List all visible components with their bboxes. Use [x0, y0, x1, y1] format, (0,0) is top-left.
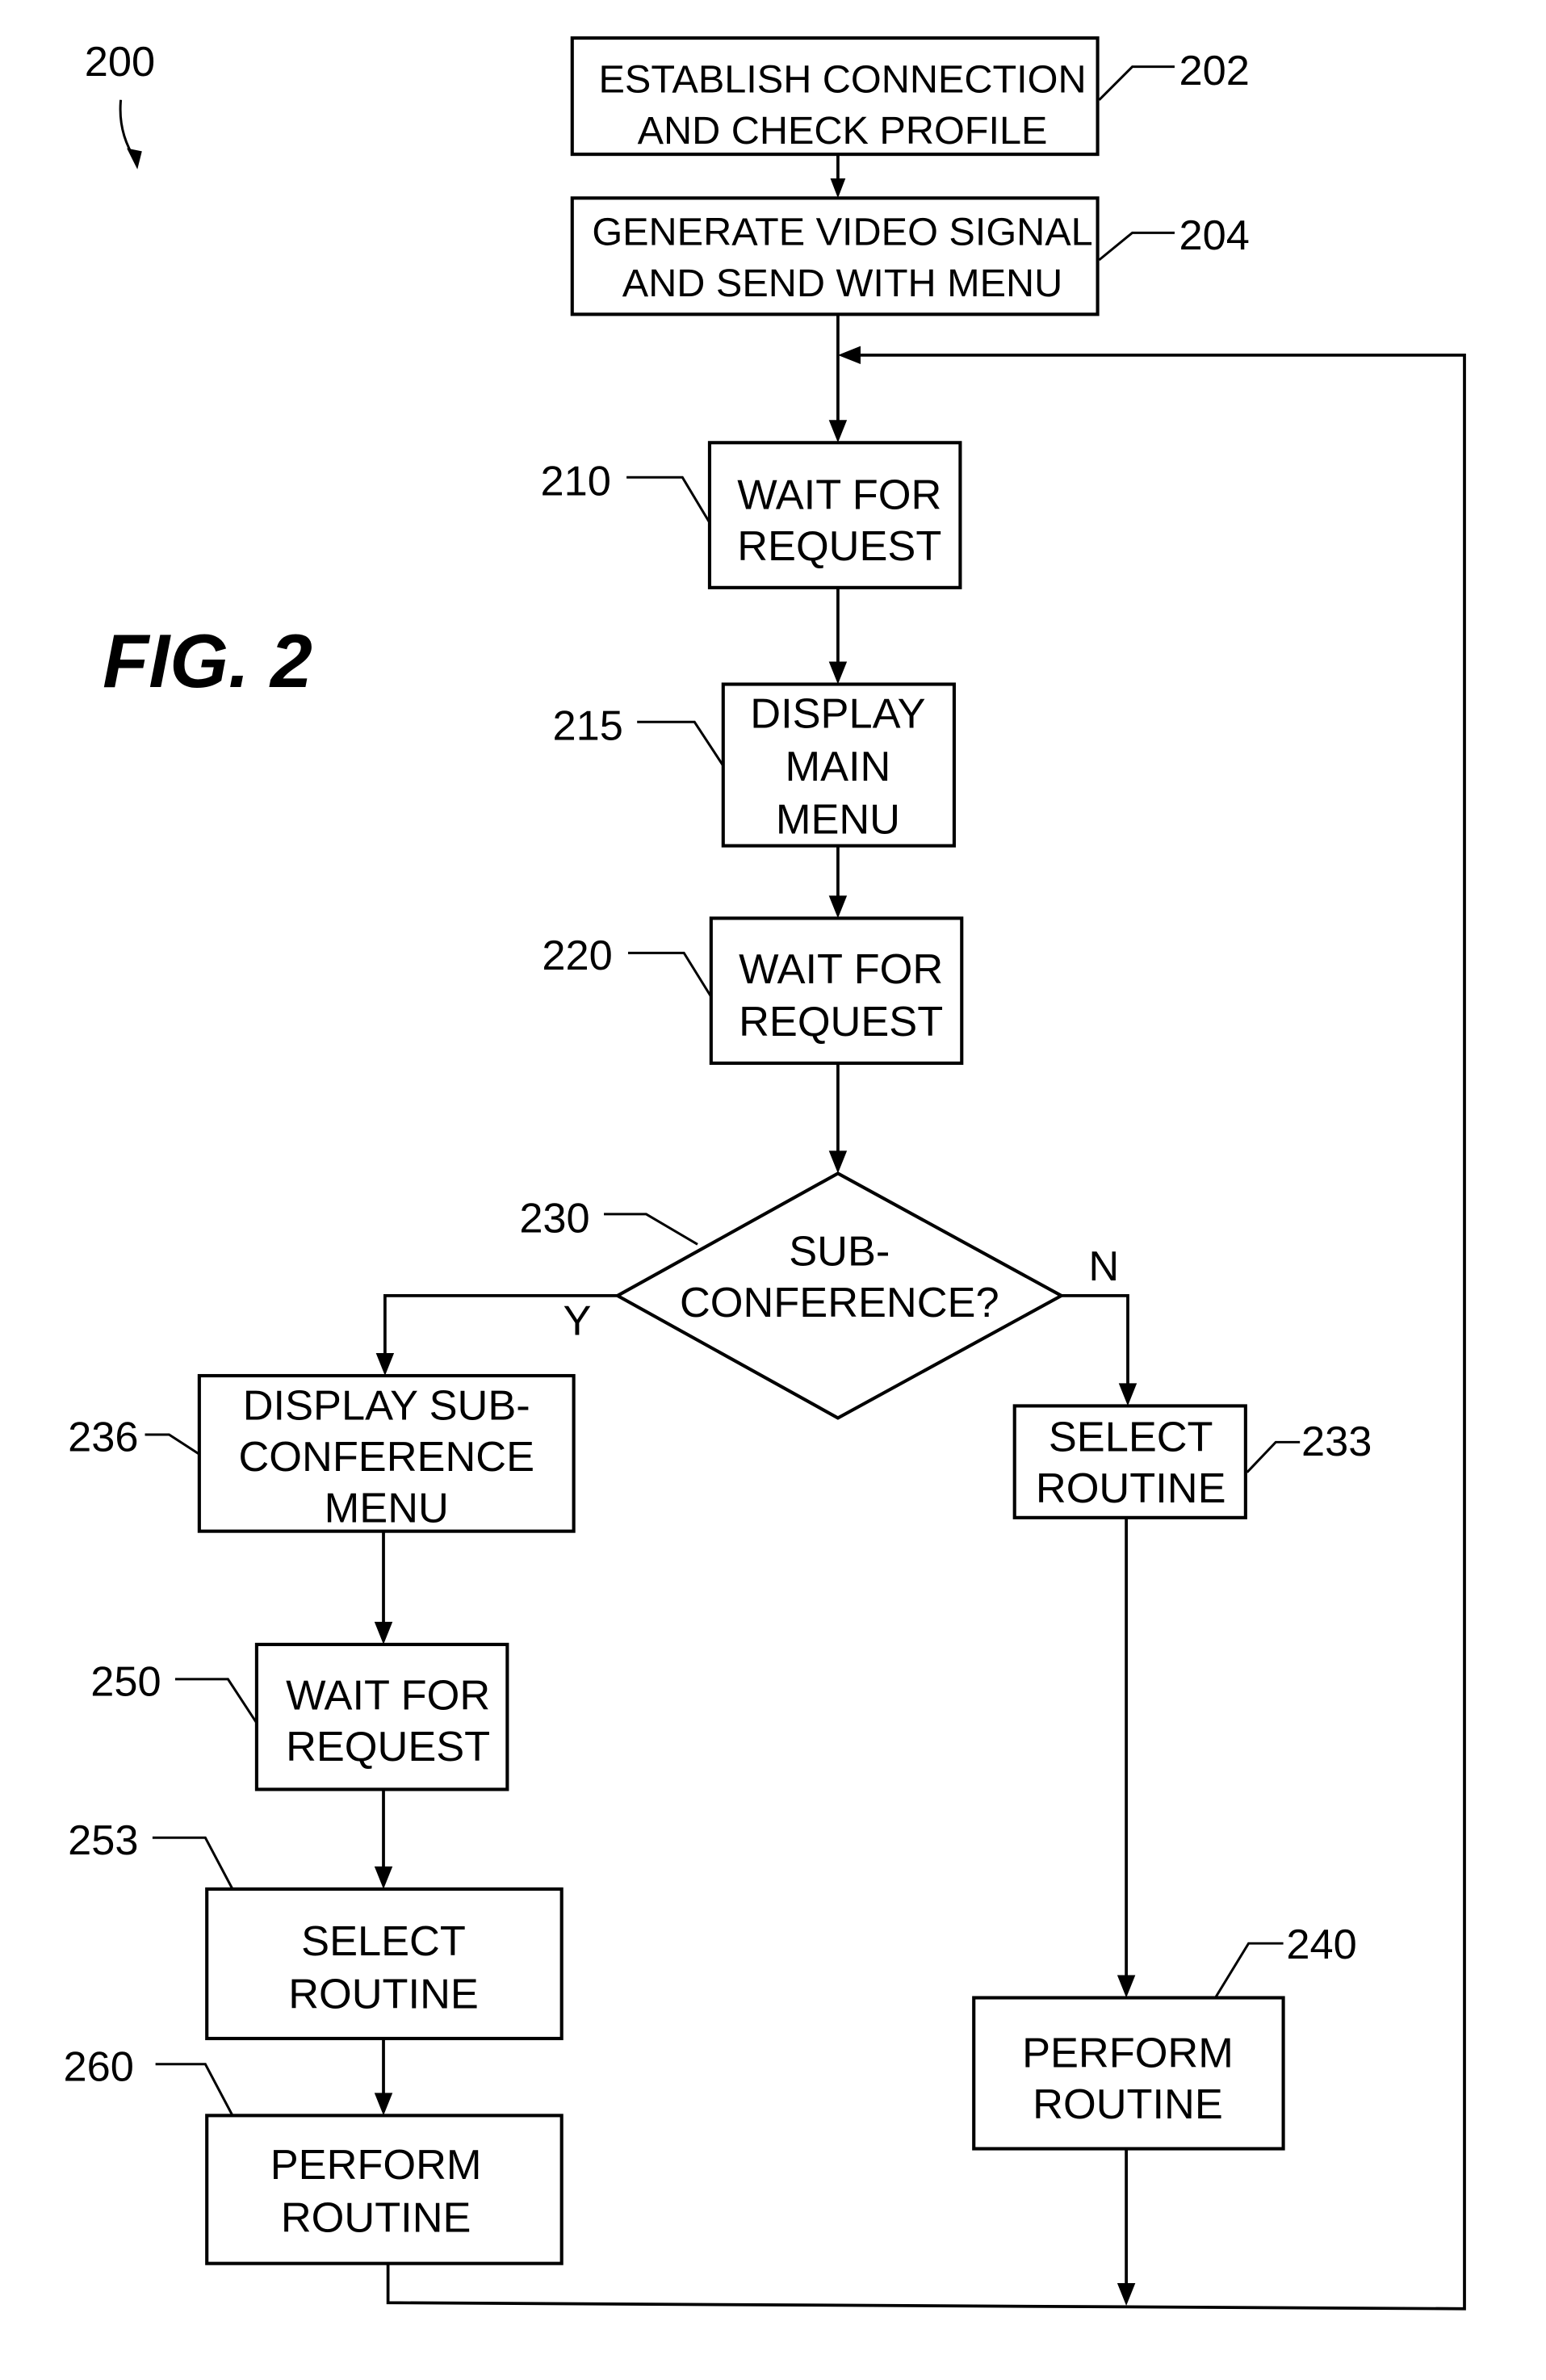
loopback-arrowhead: [837, 346, 861, 365]
node-204-line-2: AND SEND WITH MENU: [622, 262, 1063, 305]
node-215-leader-line: [637, 720, 725, 767]
node-215-ref: 215: [552, 703, 622, 750]
node-202-establish-connection: ESTABLISH CONNECTION AND CHECK PROFILE: [570, 36, 1100, 157]
node-253-leader-line: [152, 1836, 234, 1890]
node-236-display-sub-conference-menu: DISPLAY SUB- CONFERENCE MENU: [197, 1373, 576, 1533]
figure-reference-arrowhead: [127, 148, 142, 170]
figure-title: FIG. 2: [103, 618, 312, 703]
node-233-line-2: ROUTINE: [1036, 1465, 1226, 1512]
edge-250-253-arrowhead: [374, 1866, 393, 1889]
node-210-leader-line: [626, 476, 711, 524]
edge-230-233-arrowhead: [1118, 1383, 1138, 1406]
node-240-line-2: ROUTINE: [1033, 2081, 1223, 2128]
node-233-leader-line: [1246, 1440, 1301, 1473]
node-204-ref: 204: [1179, 212, 1250, 259]
node-215-display-main-menu: DISPLAY MAIN MENU: [721, 682, 956, 848]
node-260-ref: 260: [64, 2043, 134, 2090]
node-204-leader-line: [1098, 231, 1175, 262]
node-253-line-1: SELECT: [301, 1918, 466, 1965]
node-215-line-1: DISPLAY: [750, 691, 925, 738]
edge-240-merge-arrowhead: [1117, 2282, 1136, 2307]
node-253-line-2: ROUTINE: [288, 1971, 479, 2018]
node-236-line-1: DISPLAY SUB-: [243, 1382, 530, 1429]
edge-236-250-arrowhead: [374, 1621, 393, 1645]
node-220-ref: 220: [542, 932, 612, 979]
node-236-line-3: MENU: [325, 1485, 449, 1531]
node-202-line-2: AND CHECK PROFILE: [638, 109, 1048, 153]
node-210-ref: 210: [541, 459, 611, 505]
node-202-line-1: ESTABLISH CONNECTION: [598, 57, 1086, 101]
edge-210-215-arrowhead: [828, 661, 848, 685]
node-230-line-2: CONFERENCE?: [680, 1280, 999, 1326]
figure-reference-label: 200: [85, 39, 155, 86]
node-230-leader-line: [604, 1213, 698, 1246]
edge-233-240-arrowhead: [1117, 1975, 1136, 1998]
edge-230-233-no: [1061, 1294, 1129, 1389]
node-250-leader-line: [174, 1678, 258, 1724]
node-236-line-2: CONFERENCE: [238, 1434, 534, 1481]
node-233-select-routine: SELECT ROUTINE: [1012, 1404, 1247, 1519]
node-210-wait-for-request: WAIT FOR REQUEST: [707, 441, 962, 589]
edge-253-260-arrowhead: [374, 2093, 393, 2116]
node-240-ref: 240: [1286, 1921, 1356, 1968]
node-253-select-routine: SELECT ROUTINE: [205, 1887, 564, 2041]
node-230-sub-conference-decision: SUB- CONFERENCE?: [614, 1171, 1065, 1420]
flowchart-figure: 200 FIG. 2 ESTABLISH CONNECTION AND CHEC…: [64, 36, 1466, 2311]
node-202-leader-line: [1098, 65, 1175, 101]
node-260-leader-line: [155, 2063, 234, 2117]
node-210-line-2: REQUEST: [737, 523, 941, 570]
node-260-line-2: ROUTINE: [281, 2194, 471, 2241]
node-220-line-2: REQUEST: [739, 999, 943, 1045]
branch-label-yes: Y: [564, 1298, 592, 1345]
node-233-line-1: SELECT: [1049, 1414, 1213, 1461]
node-250-line-1: WAIT FOR: [286, 1672, 490, 1719]
node-210-line-1: WAIT FOR: [737, 472, 941, 519]
node-230-line-1: SUB-: [789, 1229, 890, 1276]
node-204-generate-video: GENERATE VIDEO SIGNAL AND SEND WITH MENU: [570, 196, 1100, 316]
node-250-line-2: REQUEST: [286, 1724, 490, 1770]
node-240-line-1: PERFORM: [1022, 2030, 1234, 2077]
edge-215-220-arrowhead: [828, 895, 848, 919]
node-220-leader-line: [627, 951, 713, 998]
node-236-leader-line: [145, 1433, 200, 1456]
node-220-wait-for-request: WAIT FOR REQUEST: [709, 916, 964, 1065]
node-250-ref: 250: [90, 1658, 161, 1705]
node-236-ref: 236: [68, 1414, 138, 1461]
node-240-leader-line: [1214, 1942, 1284, 1999]
edge-220-230-arrowhead: [828, 1150, 848, 1174]
node-204-line-1: GENERATE VIDEO SIGNAL: [592, 210, 1092, 254]
node-233-ref: 233: [1301, 1418, 1372, 1465]
node-220-line-1: WAIT FOR: [739, 946, 943, 993]
node-260-perform-routine: PERFORM ROUTINE: [205, 2114, 564, 2265]
edge-202-204-arrowhead: [830, 178, 846, 199]
node-230-ref: 230: [519, 1195, 589, 1242]
edge-230-236-arrowhead: [375, 1352, 395, 1376]
node-215-line-3: MENU: [776, 797, 900, 844]
branch-label-no: N: [1088, 1243, 1119, 1290]
node-240-perform-routine: PERFORM ROUTINE: [972, 1996, 1285, 2151]
node-253-ref: 253: [68, 1817, 138, 1864]
node-215-line-2: MAIN: [785, 744, 890, 790]
node-260-line-1: PERFORM: [270, 2142, 482, 2189]
node-250-wait-for-request: WAIT FOR REQUEST: [254, 1642, 509, 1791]
node-202-ref: 202: [1179, 48, 1250, 94]
edge-204-210-arrowhead: [828, 420, 848, 443]
